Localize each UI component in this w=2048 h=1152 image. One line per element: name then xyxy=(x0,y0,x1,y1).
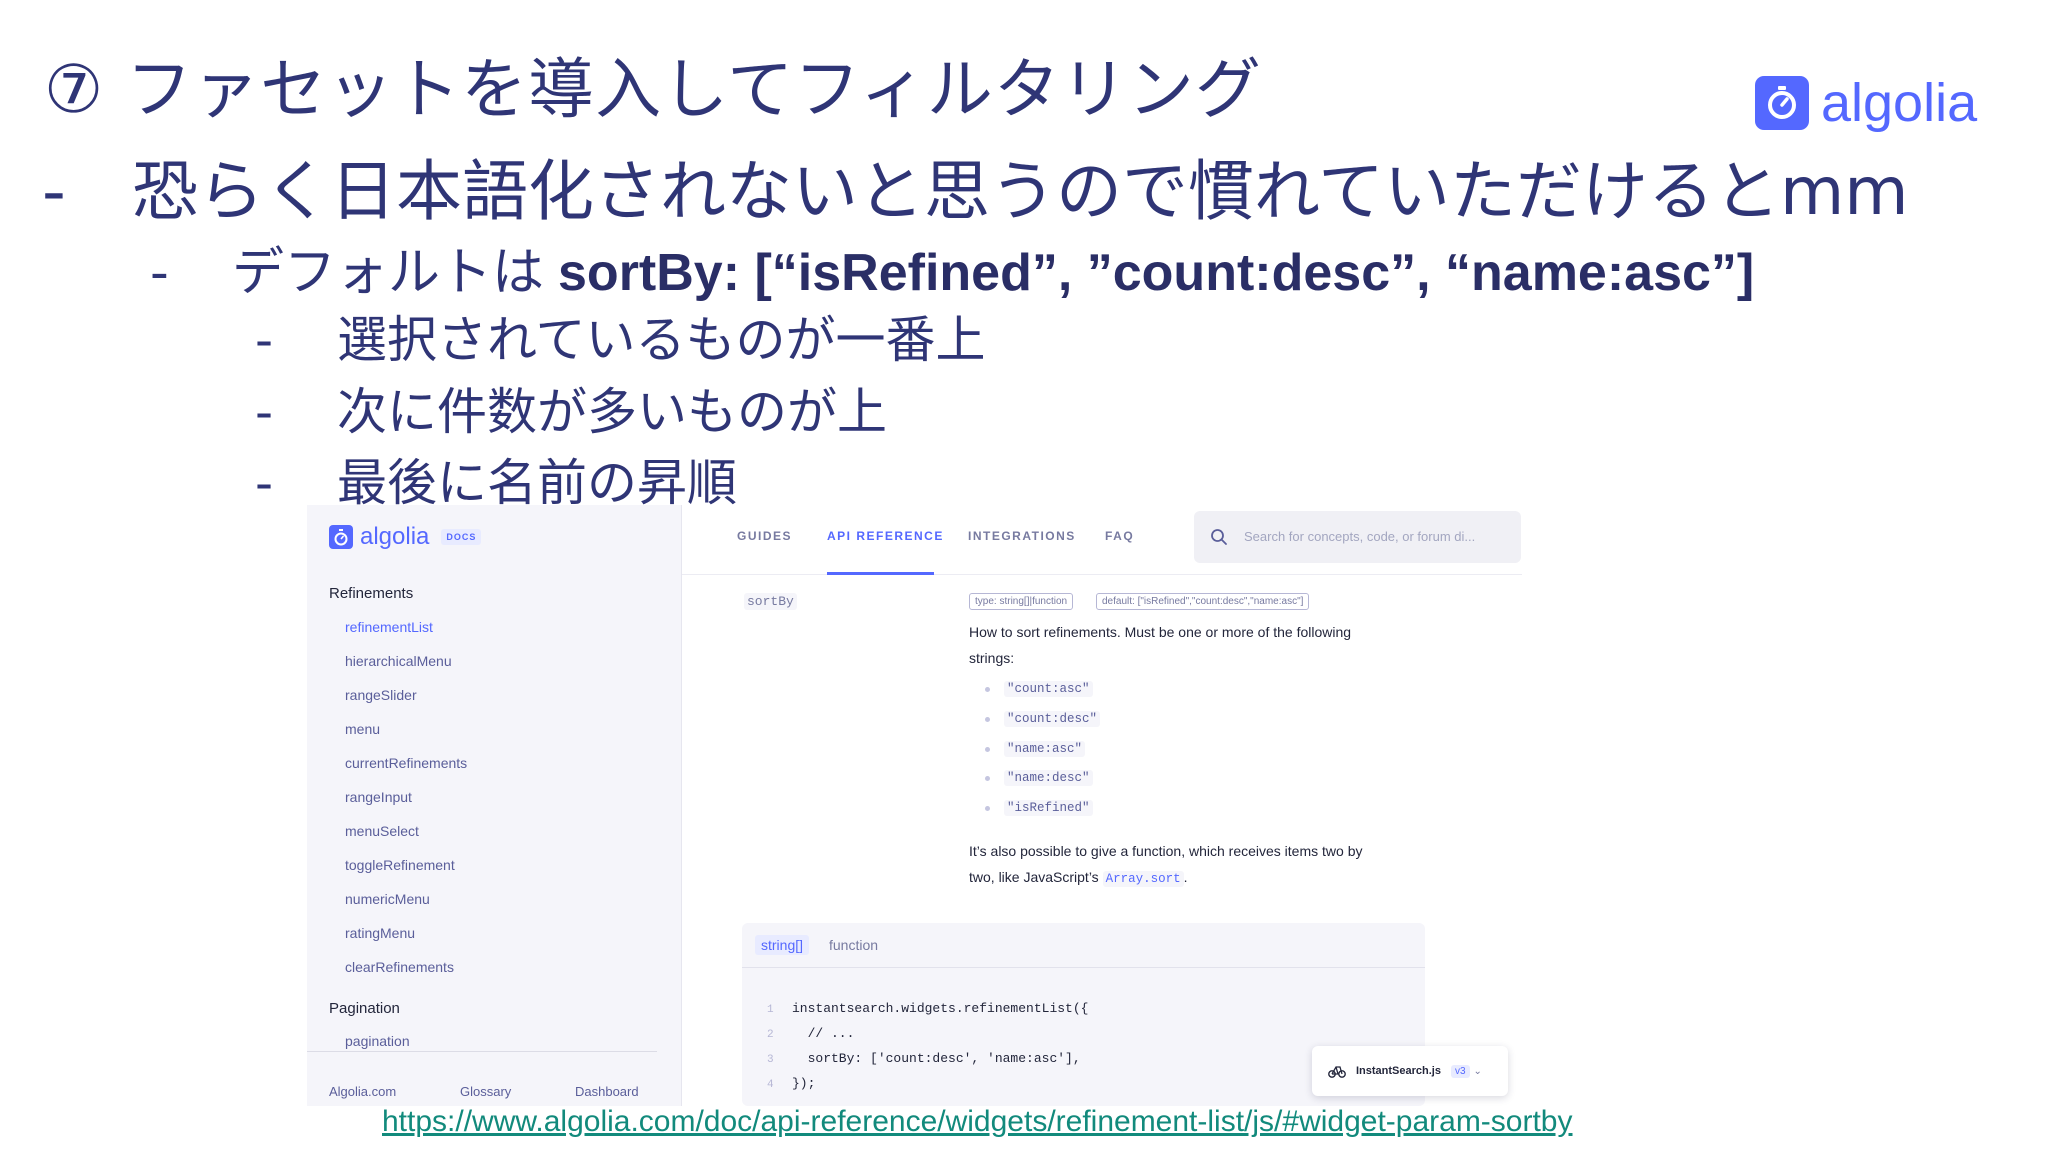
type-tag: type: string[]|function xyxy=(969,593,1074,610)
code-line: 3 sortBy: ['count:desc', 'name:asc'], xyxy=(767,1051,1081,1066)
tab-guides[interactable]: GUIDES xyxy=(737,529,792,543)
code-tab-function[interactable]: function xyxy=(823,935,884,955)
code-line: 2 // ... xyxy=(767,1026,855,1041)
sidebar-heading-pagination: Pagination xyxy=(329,1000,400,1017)
slide-title: ⑦ ファセットを導入してフィルタリング xyxy=(44,51,1262,128)
sidebar-item-hierarchicalmenu[interactable]: hierarchicalMenu xyxy=(345,653,452,669)
docs-screenshot: algolia DOCS Refinements refinementList … xyxy=(307,505,1522,1106)
sidebar-item-ratingmenu[interactable]: ratingMenu xyxy=(345,925,415,941)
sidebar-item-numericmenu[interactable]: numericMenu xyxy=(345,891,430,907)
option-item: "name:desc" xyxy=(985,770,1093,786)
array-sort-code[interactable]: Array.sort xyxy=(1102,871,1184,887)
bullet-2-sortby: sortBy: [“isRefined”, ”count:desc”, “nam… xyxy=(558,244,1755,302)
docs-logo-text: algolia xyxy=(360,523,430,550)
footer-link-dashboard[interactable]: Dashboard xyxy=(575,1084,639,1099)
logo-text: algolia xyxy=(1821,73,1978,133)
sidebar-item-currentrefinements[interactable]: currentRefinements xyxy=(345,755,467,771)
function-note-line-1: It’s also possible to give a function, w… xyxy=(969,843,1363,859)
function-note-line-2: two, like JavaScript’s Array.sort. xyxy=(969,869,1188,887)
bullet-1: - 恐らく日本語化されないと思うので慣れていただけるとmm xyxy=(42,138,1909,234)
tab-faq[interactable]: FAQ xyxy=(1105,529,1134,543)
sidebar-item-togglerefinement[interactable]: toggleRefinement xyxy=(345,857,455,873)
sidebar-item-clearrefinements[interactable]: clearRefinements xyxy=(345,959,454,975)
stopwatch-icon xyxy=(1755,76,1809,130)
code-line: 1 instantsearch.widgets.refinementList({ xyxy=(767,1001,1089,1016)
code-tabs: string[] function xyxy=(742,923,1425,968)
chevron-down-icon: ⌄ xyxy=(1473,1065,1482,1077)
version-pill-name: InstantSearch.js xyxy=(1356,1065,1441,1077)
code-tab-string-array[interactable]: string[] xyxy=(755,935,810,955)
param-description-line-1: How to sort refinements. Must be one or … xyxy=(969,624,1352,640)
sidebar-item-pagination[interactable]: pagination xyxy=(345,1033,410,1049)
docs-sidebar: algolia DOCS Refinements refinementList … xyxy=(307,505,682,1106)
sidebar-heading-refinements: Refinements xyxy=(329,585,414,602)
sidebar-footer: Algolia.com Glossary Dashboard xyxy=(307,1051,657,1106)
docs-search[interactable]: Search for concepts, code, or forum di..… xyxy=(1194,511,1521,563)
option-item: "count:desc" xyxy=(985,711,1101,727)
sidebar-item-rangeslider[interactable]: rangeSlider xyxy=(345,687,417,703)
bullet-3-text: 選択されているものが一番上 xyxy=(337,311,986,369)
bullet-2-text: デフォルトは xyxy=(232,243,545,303)
bullet-2: - デフォルトは sortBy: [“isRefined”, ”count:de… xyxy=(150,230,1754,305)
version-switcher[interactable]: InstantSearch.js v3 ⌄ xyxy=(1312,1046,1508,1096)
code-line: 4}); xyxy=(767,1076,816,1091)
bullet-4-text: 次に件数が多いものが上 xyxy=(337,383,887,441)
bullet-1-text: 恐らく日本語化されないと思うので慣れていただけるとmm xyxy=(132,153,1909,230)
bicycle-icon xyxy=(1328,1066,1346,1078)
footer-link-glossary[interactable]: Glossary xyxy=(460,1084,511,1099)
option-item: "name:asc" xyxy=(985,741,1086,757)
reference-link[interactable]: https://www.algolia.com/doc/api-referenc… xyxy=(382,1105,1573,1139)
docs-logo[interactable]: algolia DOCS xyxy=(329,523,482,551)
search-input[interactable]: Search for concepts, code, or forum di..… xyxy=(1244,529,1475,544)
docs-badge: DOCS xyxy=(441,529,482,545)
sidebar-item-rangeinput[interactable]: rangeInput xyxy=(345,789,412,805)
active-tab-underline xyxy=(827,572,934,575)
param-name: sortBy xyxy=(744,593,797,610)
sidebar-item-menuselect[interactable]: menuSelect xyxy=(345,823,419,839)
algolia-logo: algolia xyxy=(1755,72,1977,134)
bullet-4: - 次に件数が多いものが上 xyxy=(255,372,887,444)
option-item: "isRefined" xyxy=(985,800,1093,816)
tab-integrations[interactable]: INTEGRATIONS xyxy=(968,529,1076,543)
sidebar-item-menu[interactable]: menu xyxy=(345,721,380,737)
sidebar-item-refinementlist[interactable]: refinementList xyxy=(345,619,433,635)
footer-link-algolia[interactable]: Algolia.com xyxy=(329,1084,396,1099)
tab-api-reference[interactable]: API REFERENCE xyxy=(827,529,944,543)
option-item: "count:asc" xyxy=(985,681,1093,697)
default-tag: default: ["isRefined","count:desc","name… xyxy=(1096,593,1310,610)
version-badge: v3 xyxy=(1450,1064,1470,1078)
search-icon xyxy=(1211,529,1227,545)
stopwatch-icon xyxy=(329,525,353,549)
param-description-line-2: strings: xyxy=(969,650,1015,666)
bullet-3: - 選択されているものが一番上 xyxy=(255,300,986,372)
